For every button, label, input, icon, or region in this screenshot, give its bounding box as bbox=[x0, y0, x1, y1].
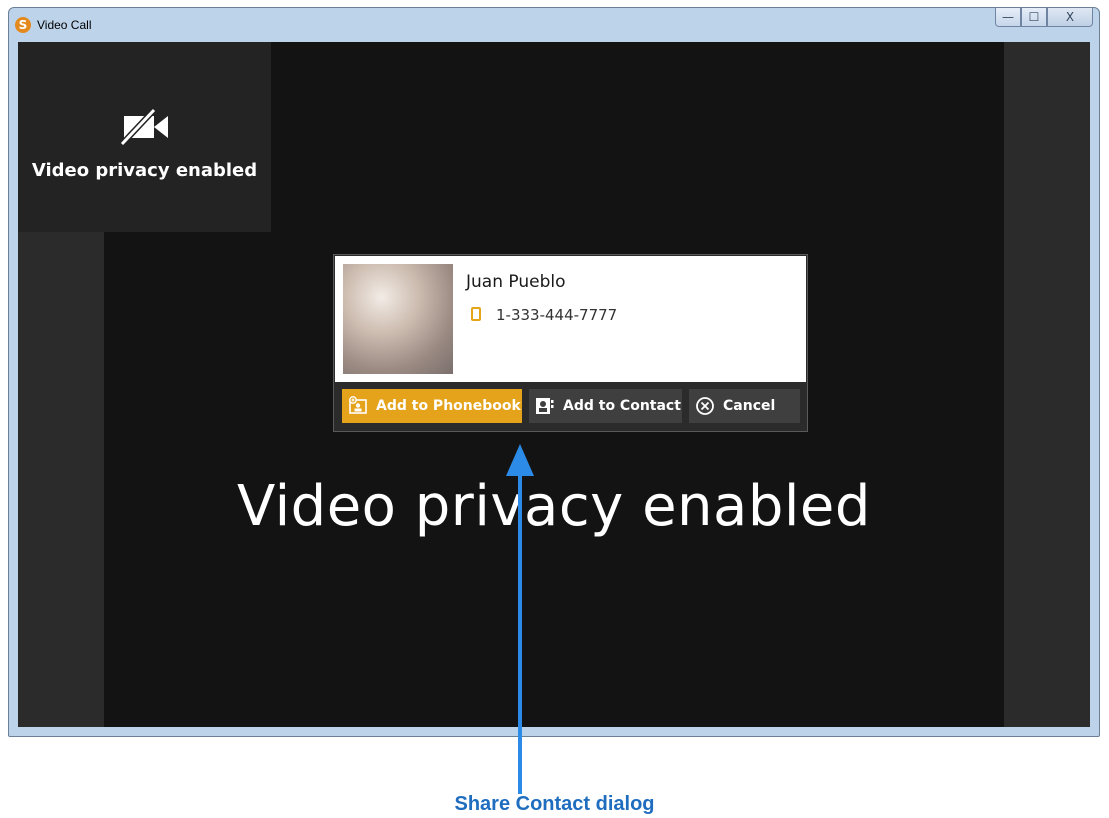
annotation-caption: Share Contact dialog bbox=[454, 793, 655, 815]
self-view-status: Video privacy enabled bbox=[31, 160, 258, 181]
add-to-contact-label: Add to Contact bbox=[563, 398, 681, 414]
add-to-contact-button[interactable]: Add to Contact bbox=[529, 389, 682, 423]
add-to-phonebook-button[interactable]: Add to Phonebook bbox=[342, 389, 522, 423]
maximize-button[interactable]: ☐ bbox=[1021, 8, 1047, 27]
window-controls: — ☐ X bbox=[995, 8, 1093, 28]
share-contact-dialog: Juan Pueblo 1-333-444-7777 Add to Phoneb… bbox=[333, 254, 808, 432]
video-area: Video privacy enabled Video privacy enab… bbox=[18, 42, 1090, 727]
add-phonebook-icon bbox=[348, 396, 368, 416]
app-logo-icon: S bbox=[15, 17, 31, 33]
annotation-arrow bbox=[518, 472, 522, 794]
contact-card: Juan Pueblo 1-333-444-7777 bbox=[335, 256, 806, 382]
close-button[interactable]: X bbox=[1047, 8, 1093, 27]
title-bar[interactable]: S Video Call — ☐ X bbox=[9, 8, 1099, 42]
self-view-panel: Video privacy enabled bbox=[18, 42, 271, 232]
close-icon: X bbox=[1065, 10, 1075, 24]
contact-phone: 1-333-444-7777 bbox=[496, 306, 618, 324]
contact-name: Juan Pueblo bbox=[466, 272, 566, 292]
minimize-icon: — bbox=[1002, 10, 1014, 24]
right-panel bbox=[1004, 42, 1090, 727]
add-to-phonebook-label: Add to Phonebook bbox=[376, 398, 521, 414]
contact-photo bbox=[343, 264, 453, 374]
cancel-icon bbox=[695, 396, 715, 416]
window-title: Video Call bbox=[37, 18, 92, 32]
remote-video-status: Video privacy enabled bbox=[237, 474, 871, 539]
video-call-window: S Video Call — ☐ X Video privacy enabled… bbox=[8, 7, 1100, 737]
maximize-icon: ☐ bbox=[1028, 10, 1040, 24]
camera-off-icon bbox=[119, 108, 168, 146]
contact-card-icon bbox=[535, 396, 555, 416]
mobile-phone-icon bbox=[471, 307, 481, 321]
cancel-button[interactable]: Cancel bbox=[689, 389, 800, 423]
cancel-label: Cancel bbox=[723, 398, 776, 414]
minimize-button[interactable]: — bbox=[995, 8, 1021, 27]
